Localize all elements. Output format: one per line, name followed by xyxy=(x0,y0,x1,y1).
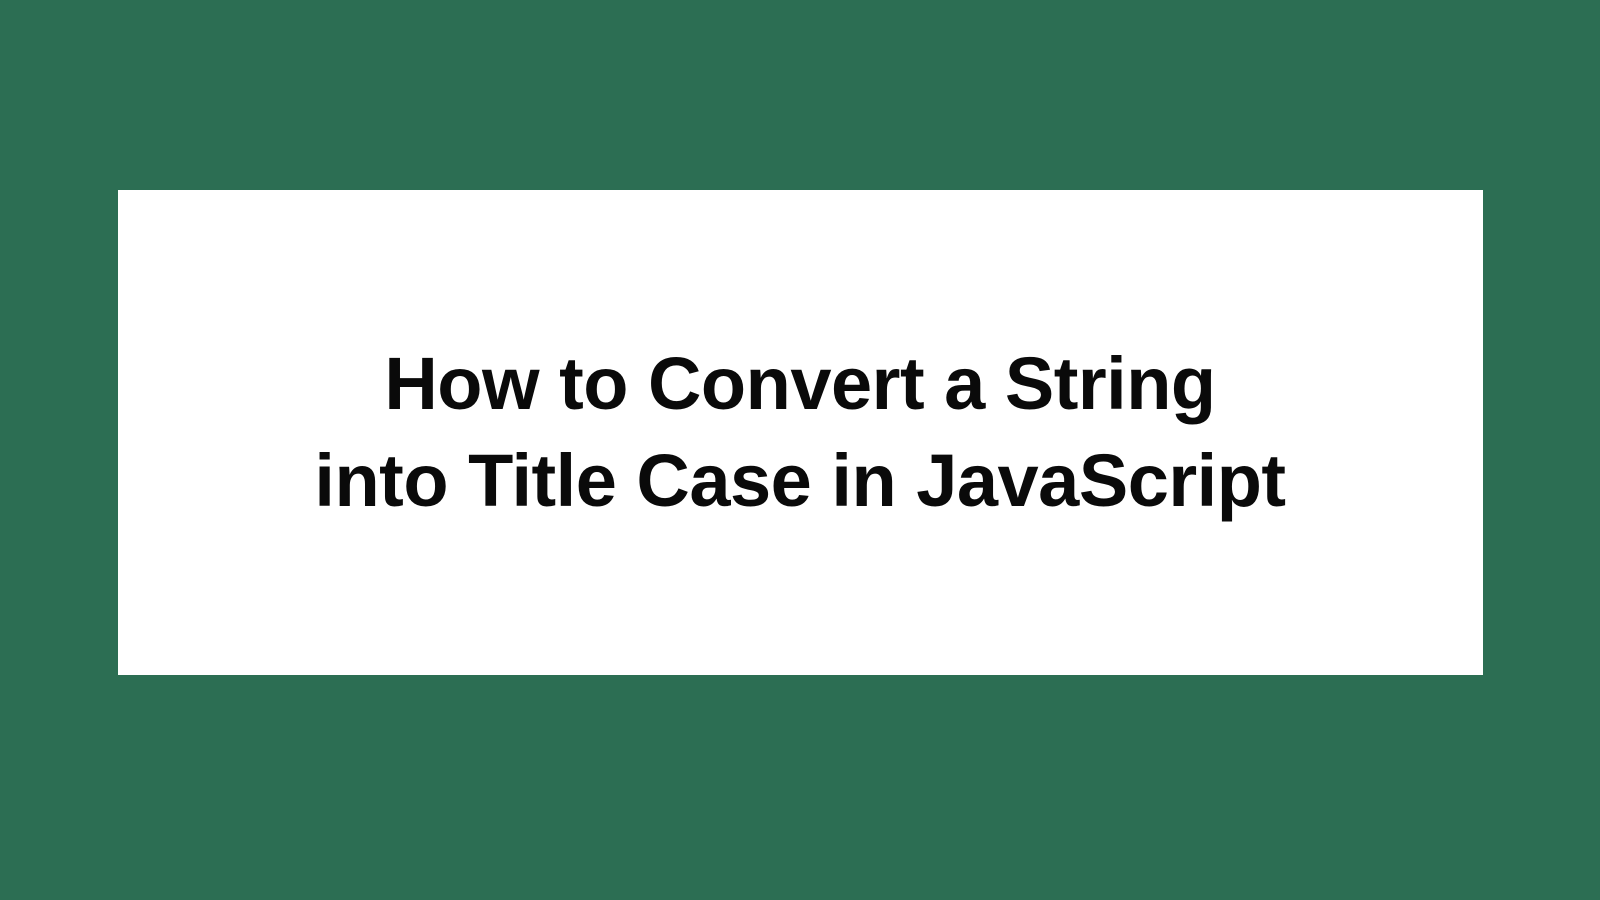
title-line-1: How to Convert a String xyxy=(314,336,1285,432)
title-card: How to Convert a String into Title Case … xyxy=(118,190,1483,675)
title-line-2: into Title Case in JavaScript xyxy=(314,433,1285,529)
main-title: How to Convert a String into Title Case … xyxy=(314,336,1285,528)
